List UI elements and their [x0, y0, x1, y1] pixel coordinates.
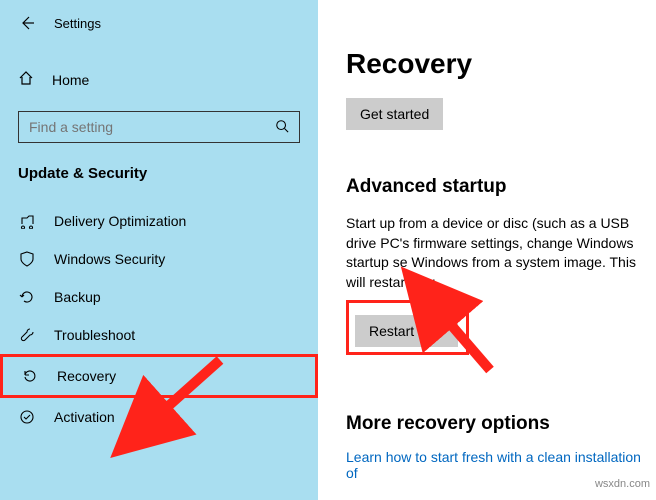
sidebar-item-label: Windows Security — [54, 251, 165, 267]
advanced-startup-body: Start up from a device or disc (such as … — [346, 214, 656, 292]
sidebar-item-label: Troubleshoot — [54, 327, 135, 343]
shield-icon — [18, 251, 36, 267]
home-label: Home — [52, 72, 89, 88]
sidebar-item-activation[interactable]: Activation — [0, 398, 318, 436]
sidebar-item-label: Recovery — [57, 368, 116, 384]
troubleshoot-icon — [18, 327, 36, 343]
page-title: Recovery — [346, 48, 656, 80]
get-started-button[interactable]: Get started — [346, 98, 443, 130]
search-input-box[interactable] — [18, 111, 300, 143]
restart-highlight: Restart now — [346, 300, 469, 355]
sidebar-item-label: Delivery Optimization — [54, 213, 186, 229]
search-input[interactable] — [29, 119, 269, 135]
watermark: wsxdn.com — [595, 478, 650, 490]
window-title: Settings — [54, 16, 101, 31]
sidebar-item-label: Backup — [54, 289, 101, 305]
activation-icon — [18, 409, 36, 425]
sidebar-item-recovery[interactable]: Recovery — [0, 354, 318, 398]
sidebar: Settings Home Update & Security Delivery… — [0, 0, 318, 500]
search-icon — [275, 119, 289, 136]
content-pane: Recovery Get started Advanced startup St… — [318, 0, 656, 500]
section-title: Update & Security — [0, 143, 318, 190]
more-recovery-options-heading: More recovery options — [346, 413, 656, 435]
backup-icon — [18, 289, 36, 305]
sidebar-nav: Delivery Optimization Windows Security B… — [0, 202, 318, 436]
sidebar-home[interactable]: Home — [0, 62, 318, 97]
recovery-icon — [21, 368, 39, 384]
back-icon[interactable] — [18, 14, 36, 32]
sidebar-item-troubleshoot[interactable]: Troubleshoot — [0, 316, 318, 354]
sidebar-item-label: Activation — [54, 409, 115, 425]
sidebar-item-windows-security[interactable]: Windows Security — [0, 240, 318, 278]
home-icon — [18, 70, 34, 89]
advanced-startup-heading: Advanced startup — [346, 176, 656, 198]
sidebar-item-delivery-optimization[interactable]: Delivery Optimization — [0, 202, 318, 240]
fresh-start-link[interactable]: Learn how to start fresh with a clean in… — [346, 449, 656, 481]
sidebar-item-backup[interactable]: Backup — [0, 278, 318, 316]
restart-now-button[interactable]: Restart now — [355, 315, 458, 347]
delivery-icon — [18, 213, 36, 229]
